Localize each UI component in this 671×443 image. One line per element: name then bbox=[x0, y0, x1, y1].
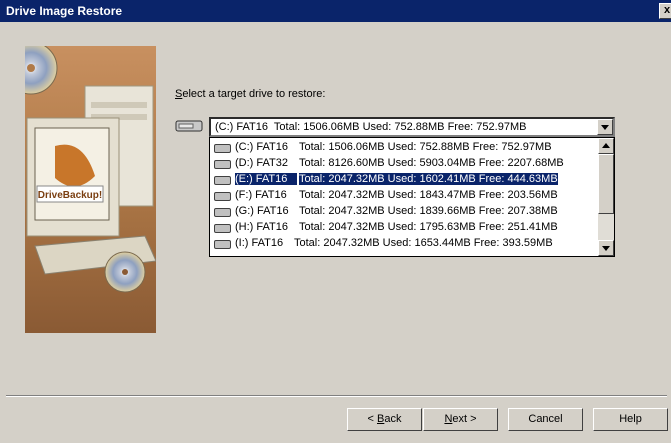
chevron-down-icon bbox=[602, 246, 610, 251]
drivebackup-artwork: DriveBackup! bbox=[25, 46, 156, 333]
chevron-up-icon bbox=[602, 143, 610, 148]
back-button[interactable]: < Back bbox=[347, 408, 422, 431]
list-item[interactable]: (D:) FAT32 Total: 8126.60MB Used: 5903.0… bbox=[210, 156, 598, 172]
list-item-selected[interactable]: (E:) FAT16 Total: 2047.32MB Used: 1602.4… bbox=[210, 172, 598, 188]
drive-icon bbox=[214, 224, 231, 233]
list-item[interactable]: (C:) FAT16 Total: 1506.06MB Used: 752.88… bbox=[210, 140, 598, 156]
title-bar: Drive Image Restore x bbox=[0, 0, 671, 22]
dropdown-arrow-button[interactable] bbox=[597, 119, 613, 135]
drive-icon bbox=[214, 160, 231, 169]
drive-icon bbox=[214, 144, 231, 153]
drive-icon bbox=[214, 192, 231, 201]
list-item[interactable]: (H:) FAT16 Total: 2047.32MB Used: 1795.6… bbox=[210, 220, 598, 236]
chevron-down-icon bbox=[601, 125, 609, 130]
drive-icon bbox=[214, 208, 231, 217]
drive-icon bbox=[214, 176, 231, 185]
list-item[interactable]: (G:) FAT16 Total: 2047.32MB Used: 1839.6… bbox=[210, 204, 598, 220]
selected-drive-value: (C:) FAT16 Total: 1506.06MB Used: 752.88… bbox=[215, 121, 527, 133]
next-button[interactable]: Next > bbox=[423, 408, 498, 431]
help-button[interactable]: Help bbox=[593, 408, 668, 431]
footer-divider bbox=[6, 395, 667, 397]
list-item[interactable]: (F:) FAT16 Total: 2047.32MB Used: 1843.4… bbox=[210, 188, 598, 204]
hard-drive-icon bbox=[175, 120, 203, 132]
close-button[interactable]: x bbox=[659, 3, 671, 19]
drive-list[interactable]: (C:) FAT16 Total: 1506.06MB Used: 752.88… bbox=[209, 137, 615, 257]
list-item[interactable]: (I:) FAT16 Total: 2047.32MB Used: 1653.4… bbox=[210, 236, 598, 252]
target-drive-dropdown[interactable]: (C:) FAT16 Total: 1506.06MB Used: 752.88… bbox=[209, 117, 615, 137]
computer-illustration: DriveBackup! bbox=[25, 46, 156, 293]
scroll-down-button[interactable] bbox=[598, 240, 614, 256]
target-drive-prompt: Select a target drive to restore: bbox=[175, 88, 326, 100]
artwork-brand: DriveBackup! bbox=[38, 190, 102, 201]
scroll-up-button[interactable] bbox=[598, 138, 614, 154]
scroll-thumb[interactable] bbox=[598, 154, 614, 214]
list-scrollbar[interactable] bbox=[598, 138, 614, 256]
drive-icon bbox=[214, 240, 231, 249]
window-title: Drive Image Restore bbox=[6, 4, 123, 18]
cancel-button[interactable]: Cancel bbox=[508, 408, 583, 431]
